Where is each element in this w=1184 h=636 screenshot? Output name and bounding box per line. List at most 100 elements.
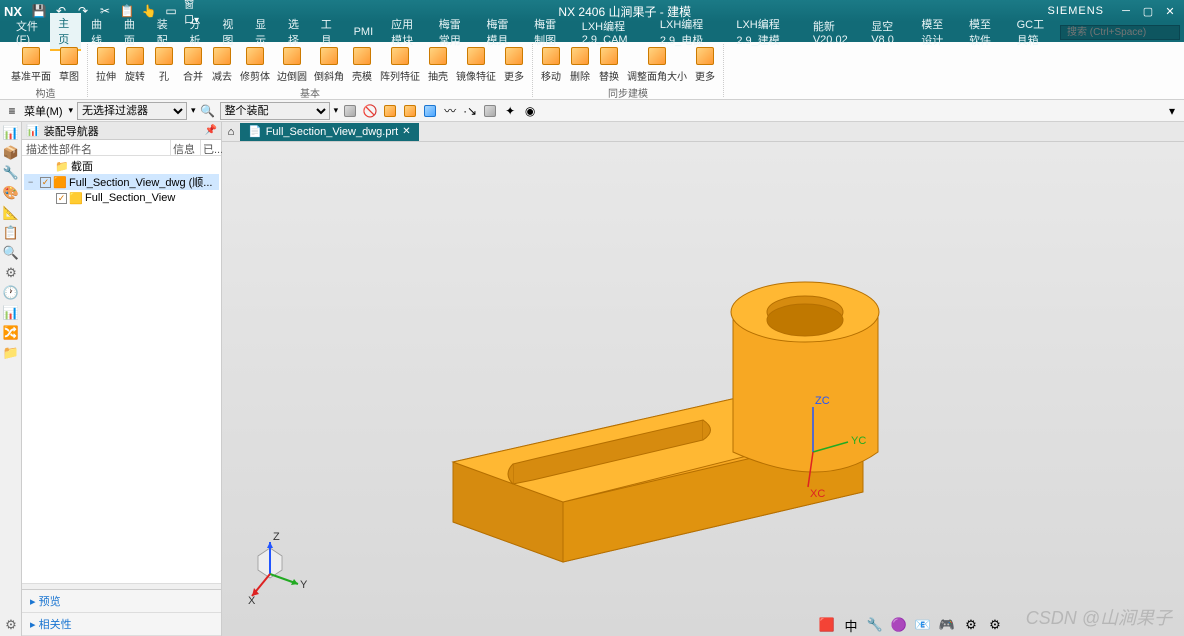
tab-close-icon[interactable]: ✕ [402,126,410,137]
taskbar-icon-0[interactable]: 🟥 [818,616,836,634]
curve-icon[interactable]: 〰 [442,103,458,119]
tool2-icon[interactable]: 📐 [2,204,20,222]
point-icon[interactable]: ·↘ [462,103,478,119]
menu-18[interactable]: 能新 V20.02 [805,16,861,48]
col-info[interactable]: 信息 [171,140,201,155]
ribbon-group-1: 拉伸旋转孔合并减去修剪体边倒圆倒斜角壳模阵列特征抽壳镜像特征更多基本 [88,44,533,97]
tool5-icon[interactable]: ⚙ [2,264,20,282]
filter-icon[interactable]: 🔍 [200,103,216,119]
taskbar-icon-5[interactable]: 🎮 [938,616,956,634]
tool7-icon[interactable]: 🔀 [2,324,20,342]
tree-row-1[interactable]: −✓🟧Full_Section_View_dwg (顺... [24,174,219,190]
ribbon-btn-1-6[interactable]: 边倒圆 [274,44,310,84]
ribbon-btn-1-10[interactable]: 抽壳 [424,44,452,84]
work-area: 📊 📦 🔧 🎨 📐 📋 🔍 ⚙ 🕐 📊 🔀 📁 ⚙ 📊 装配导航器 📌 描述性部… [0,122,1184,636]
svg-text:XC: XC [810,488,825,500]
menu-22[interactable]: GC工具箱 [1009,14,1058,50]
chevron-down-icon[interactable]: ▾ [1164,103,1180,119]
sel-icon5[interactable] [482,103,498,119]
menu-20[interactable]: 模至设计 [913,14,959,50]
ribbon-btn-1-12[interactable]: 更多 [500,44,528,84]
tool6-icon[interactable]: 📊 [2,304,20,322]
navigator-tree: 📁截面−✓🟧Full_Section_View_dwg (顺...✓🟨Full_… [22,156,221,583]
ribbon-btn-2-3[interactable]: 调整面角大小 [624,44,690,84]
ribbon-btn-1-5[interactable]: 修剪体 [237,44,273,84]
assy-icon[interactable]: 🔧 [2,164,20,182]
ribbon-btn-0-1[interactable]: 草图 [55,44,83,84]
ribbon-btn-1-8[interactable]: 壳模 [348,44,376,84]
sel-icon2[interactable] [382,103,398,119]
taskbar-icon-6[interactable]: ⚙ [962,616,980,634]
svg-text:X: X [248,595,256,606]
sel-icon1[interactable] [342,103,358,119]
preview-panel[interactable]: ▸ 预览 [22,590,221,613]
tree-row-2[interactable]: ✓🟨Full_Section_View [24,190,219,206]
svg-text:Z: Z [273,531,280,543]
viewport: ⌂ 📄 Full_Section_View_dwg.prt ✕ [222,122,1184,636]
ribbon-btn-1-0[interactable]: 拉伸 [92,44,120,84]
part-icon[interactable]: 📦 [2,144,20,162]
taskbar-icon-7[interactable]: ⚙ [986,616,1004,634]
block-icon[interactable]: 🚫 [362,103,378,119]
minimize-icon[interactable]: ─ [1116,2,1136,20]
col-loaded[interactable]: 已... [201,140,221,155]
ribbon-btn-2-0[interactable]: 移动 [537,44,565,84]
svg-text:YC: YC [851,435,866,447]
filter1-select[interactable]: 无选择过滤器 [77,102,187,120]
filter2-select[interactable]: 整个装配 [220,102,330,120]
pin-icon[interactable]: 📌 [205,125,217,136]
menu-icon[interactable]: ≡ [4,103,20,119]
tool4-icon[interactable]: 🔍 [2,244,20,262]
left-sidebar: 📊 📦 🔧 🎨 📐 📋 🔍 ⚙ 🕐 📊 🔀 📁 ⚙ [0,122,22,636]
maximize-icon[interactable]: ▢ [1138,2,1158,20]
model-render: ZC YC XC [222,142,1184,636]
home-tab-icon[interactable]: ⌂ [222,126,240,138]
menu-bar: 文件(F)主页曲线曲面装配分析视图显示选择工具PMI应用模块梅雷常用梅雷模具梅雷… [0,22,1184,42]
taskbar-icon-2[interactable]: 🔧 [866,616,884,634]
svg-text:Y: Y [300,579,308,591]
taskbar-icon-4[interactable]: 📧 [914,616,932,634]
history-icon[interactable]: 🕐 [2,284,20,302]
nav-icon[interactable]: 📊 [2,124,20,142]
menu-10[interactable]: PMI [346,24,382,40]
document-tab[interactable]: 📄 Full_Section_View_dwg.prt ✕ [240,123,419,141]
tool1-icon[interactable]: 🎨 [2,184,20,202]
taskbar-icon-3[interactable]: 🟣 [890,616,908,634]
ribbon-btn-2-1[interactable]: 删除 [566,44,594,84]
view-triad[interactable]: Z Y X [242,526,322,606]
sel-icon3[interactable] [402,103,418,119]
sel-icon7[interactable]: ◉ [522,103,538,119]
navigator-header: 📊 装配导航器 📌 [22,122,221,140]
menu-17[interactable]: LXH编程2.9_建模 [728,14,802,50]
menu-19[interactable]: 显空 V8.0 [863,16,911,48]
tool8-icon[interactable]: 📁 [2,344,20,362]
ribbon-btn-1-2[interactable]: 孔 [150,44,178,84]
3d-canvas[interactable]: ZC YC XC Z Y X CSDN @山涧果子 [222,142,1184,636]
menu-label[interactable]: 菜单(M) [24,103,63,119]
sel-icon4[interactable] [422,103,438,119]
titlebar-right: SIEMENS ─ ▢ ✕ [1047,2,1180,20]
ribbon-btn-0-0[interactable]: 基准平面 [8,44,54,84]
col-name[interactable]: 描述性部件名 [22,140,171,155]
tool3-icon[interactable]: 📋 [2,224,20,242]
search-input[interactable] [1060,25,1180,40]
taskbar: 🟥 中 🔧 🟣 📧 🎮 ⚙ ⚙ [0,614,1184,636]
taskbar-icon-1[interactable]: 中 [842,616,860,634]
ribbon-btn-2-4[interactable]: 更多 [691,44,719,84]
ribbon-btn-1-11[interactable]: 镜像特征 [453,44,499,84]
nav-icon: 📊 [26,124,40,137]
tab-label: Full_Section_View_dwg.prt [266,126,398,138]
ribbon-btn-1-3[interactable]: 合并 [179,44,207,84]
ribbon-btn-1-4[interactable]: 减去 [208,44,236,84]
sel-icon6[interactable]: ✦ [502,103,518,119]
ribbon-btn-2-2[interactable]: 替换 [595,44,623,84]
tree-row-0[interactable]: 📁截面 [24,158,219,174]
ribbon-btn-1-1[interactable]: 旋转 [121,44,149,84]
close-icon[interactable]: ✕ [1160,2,1180,20]
ribbon-group-0: 基准平面草图构造 [4,44,88,97]
selection-bar: ≡ 菜单(M) ▾ 无选择过滤器 ▾ 🔍 整个装配 ▾ 🚫 〰 ·↘ ✦ ◉ ▾ [0,100,1184,122]
ribbon: 基准平面草图构造拉伸旋转孔合并减去修剪体边倒圆倒斜角壳模阵列特征抽壳镜像特征更多… [0,42,1184,100]
menu-21[interactable]: 模至软件 [961,14,1007,50]
ribbon-btn-1-7[interactable]: 倒斜角 [311,44,347,84]
ribbon-btn-1-9[interactable]: 阵列特征 [377,44,423,84]
